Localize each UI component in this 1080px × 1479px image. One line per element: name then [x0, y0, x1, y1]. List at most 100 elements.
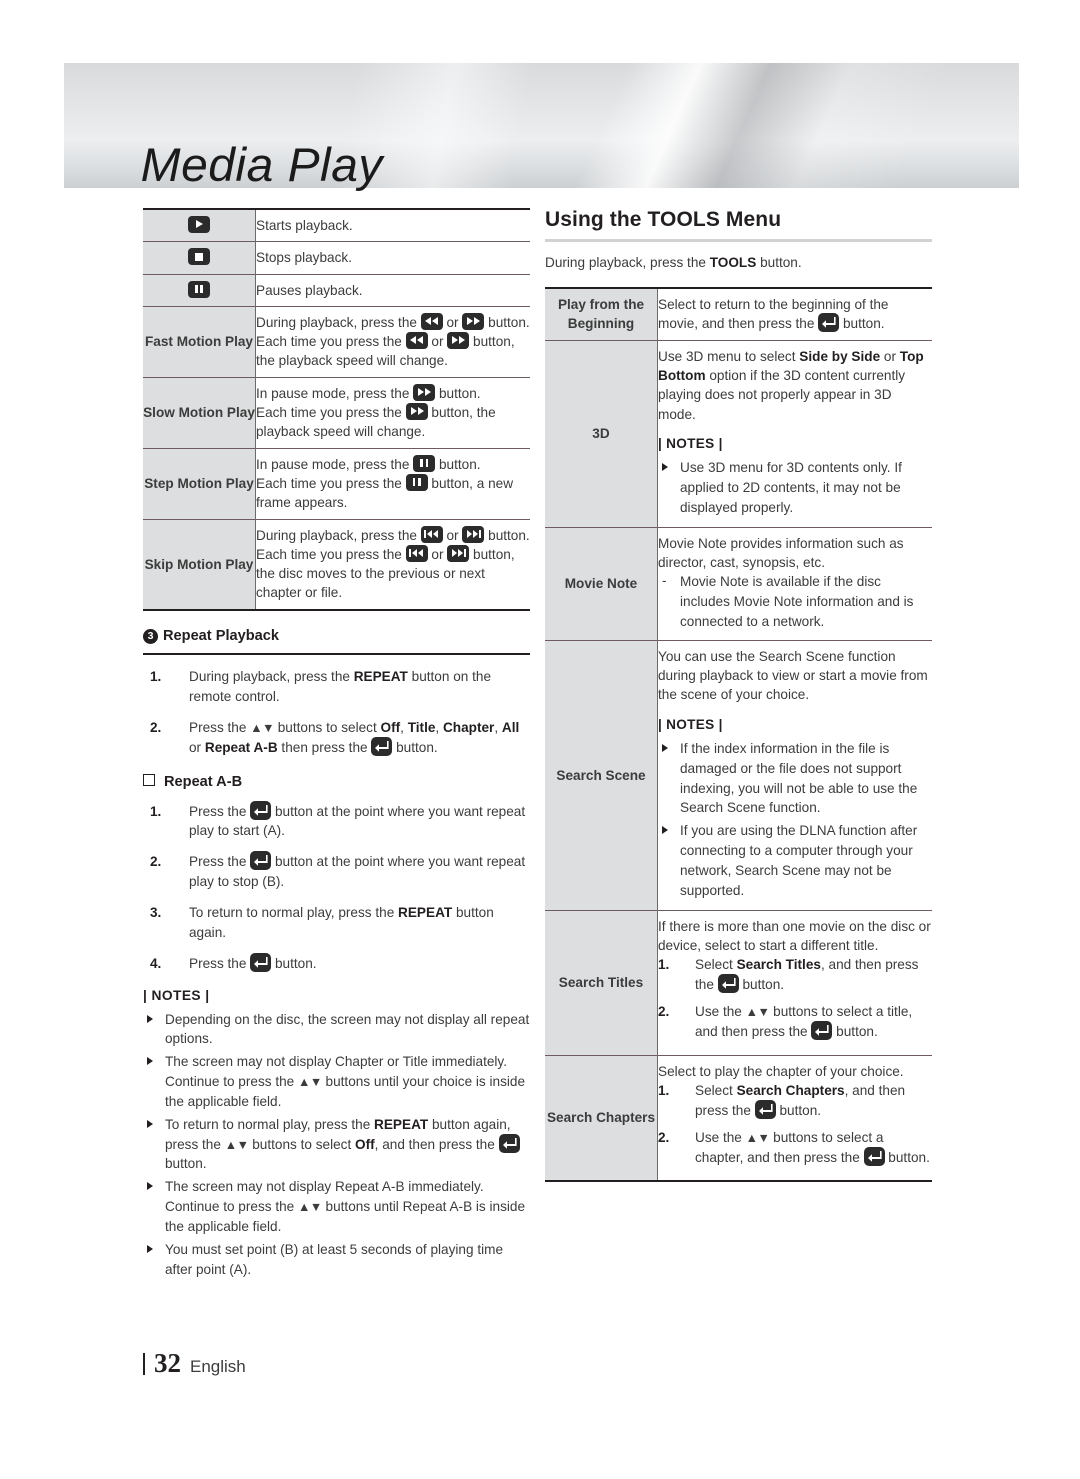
- text-bold: TOOLS: [709, 255, 757, 270]
- text-frag: button.: [738, 977, 785, 993]
- pause-icon: [406, 474, 427, 490]
- table-row: Skip Motion Play During playback, press …: [143, 519, 530, 610]
- table-row: Search Chapters Select to play the chapt…: [545, 1055, 933, 1182]
- enter-icon: [755, 1100, 775, 1118]
- list-item: 1. Select Search Chapters, and then press…: [658, 1081, 932, 1121]
- triangle-bullet-icon: [662, 463, 668, 472]
- repeat-ab-heading: Repeat A-B: [142, 770, 530, 790]
- chapter-title: Media Play: [140, 138, 383, 191]
- table-row: Search Titles If there is more than one …: [545, 910, 933, 1056]
- subsection-title: Repeat A-B: [164, 773, 243, 790]
- text-frag: button.: [839, 316, 885, 332]
- text-bold: Chapter: [442, 719, 495, 735]
- skip-next-icon: [463, 526, 484, 542]
- tools-lead-text: During playback, press the TOOLS button.: [545, 253, 932, 272]
- enter-icon: [499, 1134, 519, 1152]
- repeat-playback-heading: 3 Repeat Playback: [143, 628, 530, 644]
- fast-forward-icon: [414, 384, 435, 400]
- text-frag: Each time you press the: [256, 405, 406, 421]
- row-key-step-motion-play: Step Motion Play: [143, 448, 256, 520]
- rewind-icon: [406, 333, 427, 349]
- list-item: Use 3D menu for 3D contents only. If app…: [658, 458, 932, 518]
- row-desc: Select to return to the beginning of the…: [658, 288, 933, 340]
- text-bold: Search Titles: [736, 957, 821, 973]
- triangle-bullet-icon: [147, 1182, 153, 1191]
- list-item: Depending on the disc, the screen may no…: [143, 1010, 530, 1050]
- row-desc: Movie Note provides information such as …: [658, 527, 933, 640]
- skip-next-icon: [448, 545, 469, 561]
- list-item: 3. To return to normal play, press the RE…: [143, 903, 530, 943]
- text-frag: During playback, press the: [189, 669, 354, 685]
- table-row: Starts playback.: [143, 209, 530, 242]
- text-bold: Side by Side: [799, 348, 881, 364]
- list-item: To return to normal play, press the REPE…: [143, 1115, 530, 1175]
- up-down-arrows-icon: ▲▼: [745, 1004, 770, 1019]
- row-desc: Select to play the chapter of your choic…: [658, 1055, 933, 1181]
- page-language: English: [190, 1357, 246, 1376]
- notes-label: | NOTES |: [658, 435, 723, 451]
- text-frag: or: [880, 348, 900, 364]
- enter-icon: [251, 801, 271, 819]
- text-frag: button.: [832, 1023, 878, 1039]
- list-item: 2. Use the ▲▼ buttons to select a chapter…: [658, 1128, 932, 1168]
- text-frag: or: [442, 314, 463, 330]
- row-desc: Pauses playback.: [256, 282, 363, 298]
- table-row: Fast Motion Play During playback, press …: [143, 306, 530, 378]
- text-frag: button.: [271, 955, 317, 971]
- up-down-arrows-icon: ▲▼: [250, 720, 274, 735]
- text-bold: REPEAT: [353, 669, 408, 685]
- left-notes-list: Depending on the disc, the screen may no…: [143, 1010, 530, 1280]
- step-number: 1.: [150, 669, 162, 685]
- enter-icon: [251, 953, 271, 971]
- text-frag: Depending on the disc, the screen may no…: [165, 1011, 530, 1047]
- step-number: 2.: [658, 1003, 670, 1019]
- text-frag: or: [427, 546, 448, 562]
- text-bold: Off: [355, 1136, 375, 1152]
- row-key-play-from-beginning: Play from the Beginning: [545, 288, 658, 341]
- row-desc: In pause mode, press the button. Each ti…: [256, 448, 531, 519]
- text-frag: Each time you press the: [256, 546, 406, 562]
- list-item: You must set point (B) at least 5 second…: [143, 1240, 530, 1280]
- text-frag: Press the: [189, 955, 251, 971]
- table-row: Stops playback.: [143, 241, 530, 275]
- skip-previous-icon: [406, 545, 427, 561]
- text-frag: or: [427, 334, 448, 350]
- text-frag: To return to normal play, press the: [165, 1116, 375, 1132]
- list-item: If the index information in the file is …: [658, 739, 932, 818]
- row-key-3d: 3D: [545, 340, 658, 528]
- text-bold: REPEAT: [374, 1116, 429, 1132]
- repeat-ab-steps: 1. Press the button at the point where yo…: [143, 801, 530, 974]
- triangle-bullet-icon: [662, 826, 668, 835]
- list-item: 1. During playback, press the REPEAT butt…: [143, 667, 530, 707]
- fast-forward-icon: [448, 333, 469, 349]
- text-frag: Select: [695, 1082, 737, 1098]
- step-number: 3.: [150, 905, 162, 920]
- row-desc: During playback, press the or button. Ea…: [256, 519, 531, 610]
- pause-icon: [414, 455, 435, 471]
- text-frag: Each time you press the: [256, 334, 406, 350]
- row-key-search-titles: Search Titles: [545, 910, 658, 1056]
- text-frag: Press the: [189, 719, 251, 735]
- text-bold: Repeat A-B: [204, 739, 278, 755]
- row-desc: If there is more than one movie on the d…: [658, 910, 933, 1055]
- table-row: Pauses playback.: [143, 274, 530, 307]
- text-bold: All: [501, 719, 520, 735]
- chapter-banner: Media Play: [64, 63, 1019, 191]
- up-down-arrows-icon: ▲▼: [745, 1130, 770, 1145]
- search-chapters-steps: 1. Select Search Chapters, and then press…: [658, 1081, 932, 1167]
- dash-bullet-icon: -: [662, 573, 667, 589]
- table-row: Slow Motion Play In pause mode, press th…: [143, 377, 530, 449]
- row-desc: Stops playback.: [256, 250, 352, 266]
- row-key-slow-motion-play: Slow Motion Play: [143, 377, 256, 449]
- text-frag: Movie Note is available if the disc incl…: [680, 574, 914, 629]
- notes-label: | NOTES |: [143, 987, 210, 1003]
- text-bold: Title: [407, 719, 436, 735]
- row-key-fast-motion-play: Fast Motion Play: [143, 306, 256, 378]
- notes-label: | NOTES |: [658, 716, 723, 732]
- pause-icon: [189, 281, 209, 297]
- square-bullet-icon: [142, 770, 155, 786]
- list-item: The screen may not display Repeat A-B im…: [143, 1177, 530, 1237]
- text-frag: Press the: [189, 854, 251, 870]
- text-frag: During playback, press the: [256, 527, 421, 543]
- step-number: 4.: [150, 955, 162, 971]
